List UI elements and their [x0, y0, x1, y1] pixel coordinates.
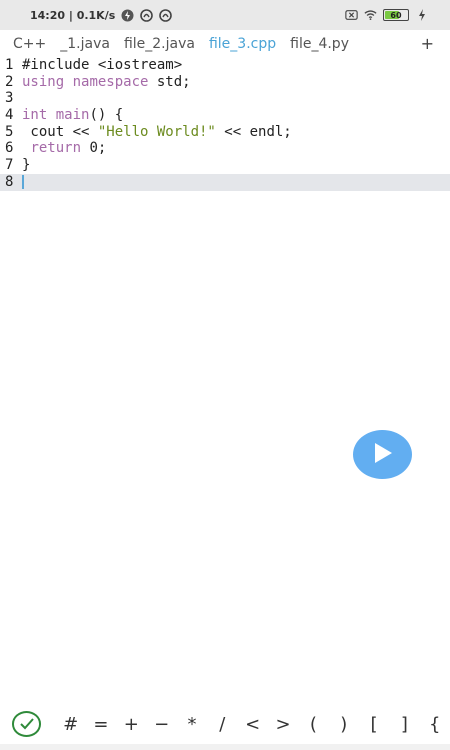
- tab-1-java[interactable]: _1.java: [53, 36, 117, 52]
- symbol-bar: # = + − * / < >()[]{: [0, 706, 450, 742]
- code-token: }: [22, 157, 31, 174]
- code-token: #include <iostream>: [22, 57, 183, 73]
- line-number: 6: [5, 140, 14, 157]
- checkmark-icon: [20, 715, 34, 734]
- tab-cpp[interactable]: C++: [6, 36, 53, 52]
- status-left: 14:20 | 0.1K/s: [30, 8, 173, 22]
- code-token: main: [55, 107, 90, 124]
- line-number: 4: [5, 107, 14, 124]
- battery-icon: 60: [383, 9, 409, 21]
- code-token: int: [22, 107, 48, 124]
- line-number: 7: [5, 157, 14, 174]
- symbol-key[interactable]: (: [298, 714, 328, 735]
- line-code: cout << "Hello World!" << endl;: [22, 123, 292, 141]
- line-number: 8: [5, 173, 14, 190]
- line-number: 3: [5, 90, 14, 107]
- add-tab-button[interactable]: +: [421, 34, 434, 53]
- bottom-edge: [0, 744, 450, 750]
- code-token: return: [30, 140, 82, 157]
- symbol-key[interactable]: *: [177, 714, 207, 735]
- line-number: 1: [5, 57, 14, 73]
- code-token: using: [22, 73, 65, 90]
- bolt-notification-icon: [121, 9, 134, 22]
- battery-level-text: 60: [390, 10, 402, 20]
- symbol-key[interactable]: {: [420, 714, 450, 735]
- symbol-key[interactable]: =: [86, 714, 116, 735]
- status-time-speed: 14:20 | 0.1K/s: [30, 8, 116, 22]
- app-notification-icon: [159, 8, 173, 22]
- code-token: namespace: [72, 73, 149, 90]
- code-line[interactable]: 3: [0, 90, 450, 107]
- symbol-key[interactable]: [: [359, 714, 389, 735]
- line-number: 5: [5, 123, 14, 140]
- tab-file-3-cpp[interactable]: file_3.cpp: [202, 36, 283, 52]
- code-line[interactable]: 4 int main() {: [0, 107, 450, 124]
- symbol-key[interactable]: #: [55, 714, 85, 735]
- code-line[interactable]: 1 #include <iostream>: [0, 57, 450, 74]
- wifi-icon: [364, 9, 377, 22]
- app-notification-icon: [140, 8, 154, 22]
- code-token: () {: [89, 107, 124, 124]
- sim-off-icon: [345, 9, 358, 22]
- line-code: int main() {: [22, 107, 123, 124]
- check-button[interactable]: [12, 711, 42, 737]
- status-bar: 14:20 | 0.1K/s 60: [0, 0, 450, 30]
- code-line[interactable]: 8: [0, 173, 450, 191]
- line-code: }: [22, 157, 30, 174]
- charging-icon: [415, 9, 428, 22]
- line-code: using namespace std;: [22, 74, 191, 91]
- code-editor[interactable]: 1 #include <iostream> 2 using namespace std…: [0, 57, 450, 697]
- symbol-key[interactable]: ]: [389, 714, 419, 735]
- code-line[interactable]: 2 using namespace std;: [0, 74, 450, 91]
- code-token: << endl;: [215, 123, 292, 140]
- status-right: 60: [345, 9, 428, 22]
- code-token: cout <<: [22, 123, 98, 140]
- line-code: return 0;: [22, 140, 106, 157]
- code-line[interactable]: 7}: [0, 157, 450, 174]
- tab-file-2-java[interactable]: file_2.java: [117, 36, 202, 52]
- code-token: 0;: [81, 140, 107, 157]
- line-code: #include <iostream>: [22, 57, 182, 74]
- code-token: std;: [148, 73, 191, 90]
- code-token: "Hello World!": [97, 123, 216, 140]
- symbol-key[interactable]: ): [329, 714, 359, 735]
- line-number: 2: [5, 73, 14, 90]
- text-cursor: [22, 174, 24, 189]
- run-button[interactable]: [353, 430, 412, 479]
- file-tabs: C++ _1.java file_2.java file_3.cpp file_…: [0, 32, 450, 56]
- symbol-key[interactable]: −: [146, 714, 176, 735]
- tab-file-4-py[interactable]: file_4.py: [283, 36, 356, 52]
- symbol-key[interactable]: /: [207, 714, 237, 735]
- line-code: [22, 174, 24, 191]
- symbol-key[interactable]: +: [116, 714, 146, 735]
- symbol-key[interactable]: <: [238, 714, 268, 735]
- symbol-key[interactable]: >: [268, 714, 298, 735]
- play-icon: [373, 442, 393, 468]
- code-line[interactable]: 5 cout << "Hello World!" << endl;: [0, 124, 450, 141]
- code-line[interactable]: 6 return 0;: [0, 140, 450, 157]
